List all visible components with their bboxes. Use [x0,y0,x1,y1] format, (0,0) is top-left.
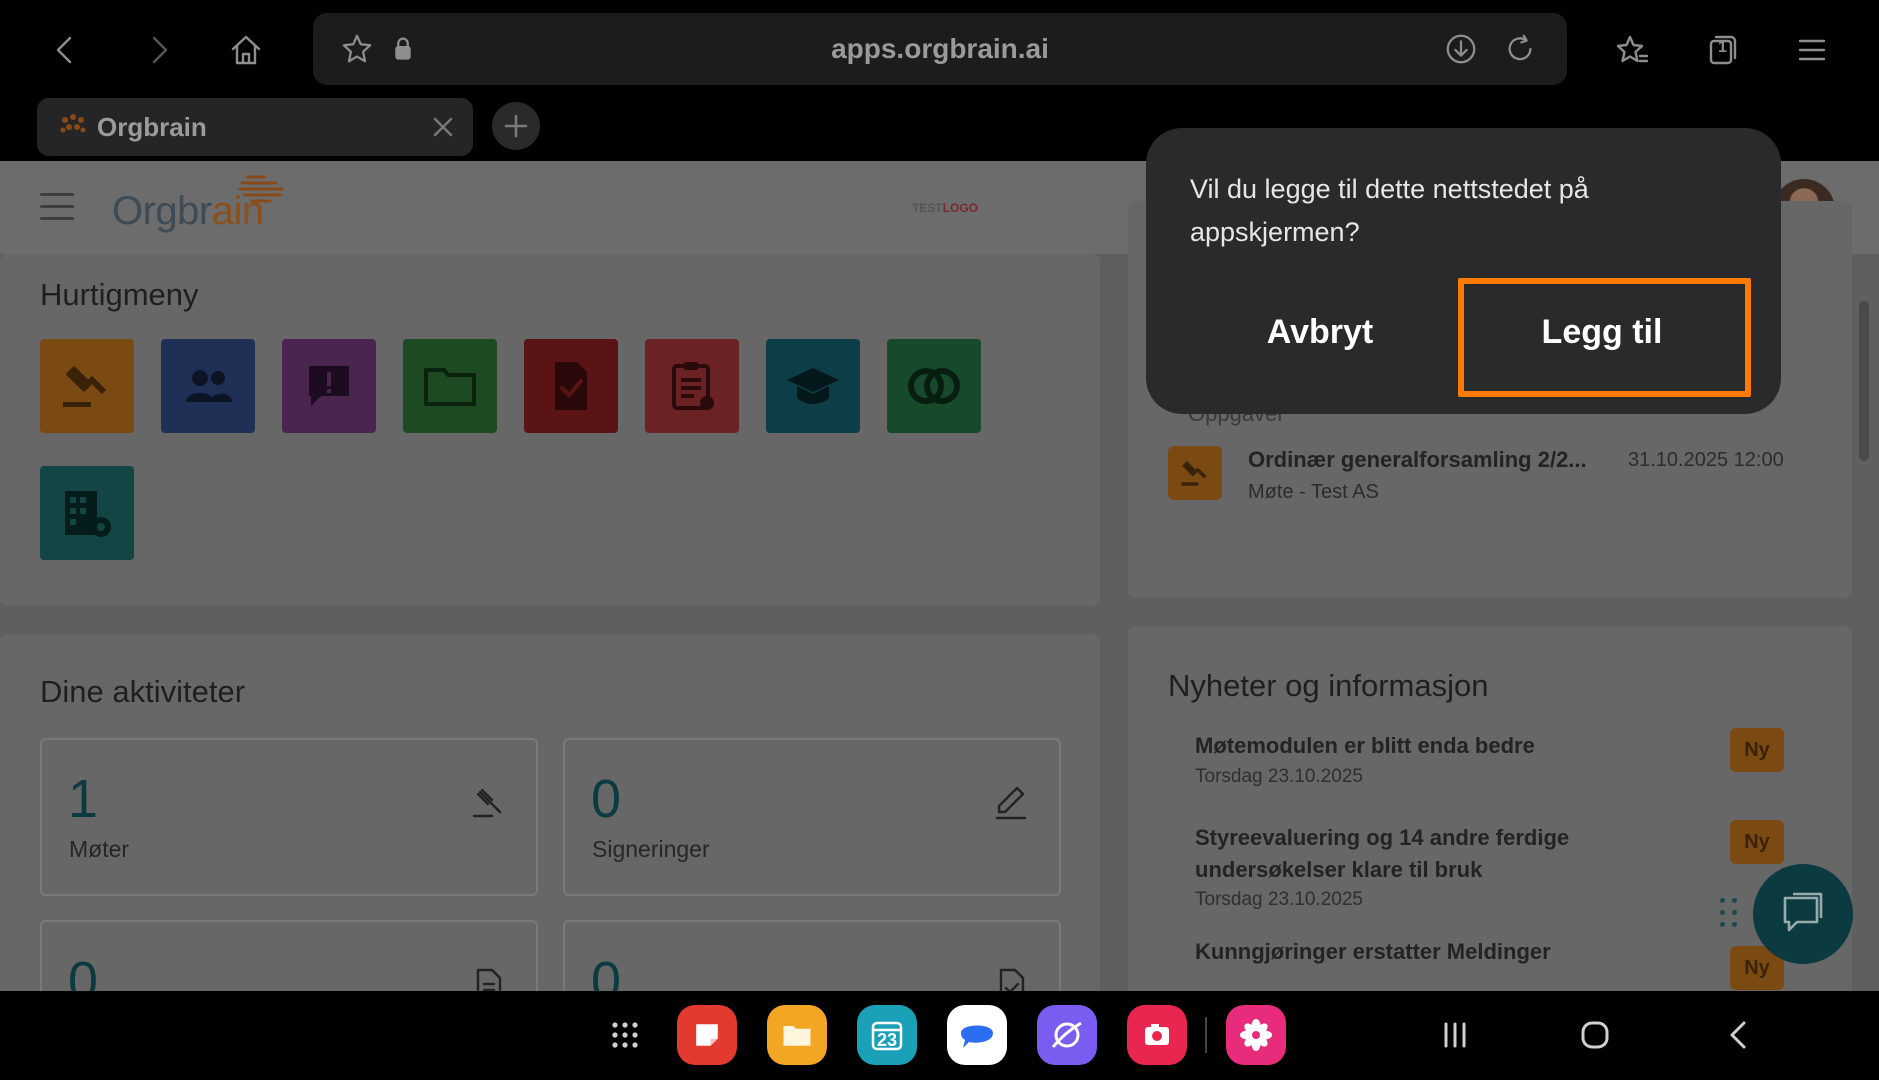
activity-label: Møter [69,836,130,862]
tabs-icon[interactable]: 1 [1692,20,1752,80]
quick-menu-title: Hurtigmeny [40,277,199,312]
document-check-icon [991,964,1031,991]
tab-title: Orgbrain [97,112,207,142]
menu-icon[interactable] [1782,20,1842,80]
home-icon[interactable] [216,20,276,80]
news-item-date: Torsdag 23.10.2025 [1195,889,1363,910]
rings-icon[interactable] [887,339,981,433]
document-icon [468,964,508,991]
people-icon[interactable] [161,339,255,433]
activity-count: 0 [591,769,622,829]
building-settings-icon[interactable] [40,466,134,560]
add-button-highlight [1458,278,1751,397]
pen-icon [991,782,1031,822]
task-date: 31.10.2025 12:00 [1628,449,1784,471]
test-logo: TESTLOGO [912,201,978,215]
back-nav-icon[interactable] [1709,1005,1769,1065]
meeting-task-icon [1168,446,1222,500]
files-app-icon[interactable] [767,1005,827,1065]
favorites-icon[interactable] [1602,20,1662,80]
messages-app-icon[interactable] [947,1005,1007,1065]
dialog-message: Vil du legge til dette nettstedet på app… [1190,168,1710,254]
task-subtitle: Møte - Test AS [1248,481,1379,503]
activity-count: 0 [68,951,99,991]
internet-app-icon[interactable] [1037,1005,1097,1065]
folder-icon[interactable] [403,339,497,433]
notes-app-icon[interactable] [677,1005,737,1065]
activities-title: Dine aktiviteter [40,674,246,709]
download-icon[interactable] [1441,29,1481,69]
browser-toolbar: apps.orgbrain.ai 1 [0,0,1879,98]
new-badge: Ny [1730,728,1784,772]
activity-label: Signeringer [592,836,710,862]
meeting-gavel-icon[interactable] [40,339,134,433]
app-drawer-icon[interactable] [595,1005,655,1065]
quick-menu-card: Hurtigmeny [0,254,1100,606]
news-item-title-line1: Styreevaluering og 14 andre ferdige [1195,825,1570,850]
calendar-app-icon[interactable]: 23 [857,1005,917,1065]
brand-prefix: Orgbr [112,189,212,233]
home-nav-icon[interactable] [1565,1005,1625,1065]
close-icon[interactable] [431,115,455,139]
orgbrain-favicon [60,114,86,133]
activity-count: 1 [68,769,99,829]
news-card: Nyheter og informasjon Møtemodulen er bl… [1128,626,1852,991]
news-item-title[interactable]: Møtemodulen er blitt enda bedre [1195,730,1535,762]
tab-count: 1 [1718,39,1727,56]
flower-app-icon[interactable] [1226,1005,1286,1065]
activity-signatures[interactable]: 0 Signeringer [563,738,1061,896]
new-badge: Ny [1730,820,1784,864]
task-title[interactable]: Ordinær generalforsamling 2/2... [1248,447,1587,473]
cancel-button[interactable]: Avbryt [1190,276,1450,388]
screen-recorder-app-icon[interactable] [1127,1005,1187,1065]
browser-tab[interactable]: Orgbrain [37,98,473,156]
dialog-message-line2: appskjermen? [1190,217,1360,247]
activity-meetings[interactable]: 1 Møter [40,738,538,896]
gavel-icon [468,782,508,822]
clipboard-icon[interactable] [645,339,739,433]
activity-count: 0 [591,951,622,991]
news-item-title[interactable]: Styreevaluering og 14 andre ferdige unde… [1195,822,1569,886]
activities-card: Dine aktiviteter 1 Møter 0 Signeringer 0 [0,634,1100,991]
forward-icon[interactable] [128,20,188,80]
news-title: Nyheter og informasjon [1168,668,1489,703]
news-item-title[interactable]: Kunngjøringer erstatter Meldinger [1195,936,1551,968]
brain-logo-icon [238,175,284,203]
drag-handle-icon[interactable] [1720,898,1742,932]
calendar-day: 23 [876,1029,898,1050]
dialog-message-line1: Vil du legge til dette nettstedet på [1190,174,1589,204]
back-icon[interactable] [36,20,96,80]
alert-message-icon[interactable] [282,339,376,433]
recent-apps-icon[interactable] [1425,1005,1485,1065]
dock-divider [1205,1017,1207,1053]
hamburger-menu-icon[interactable] [40,193,74,221]
education-cap-icon[interactable] [766,339,860,433]
url-text: apps.orgbrain.ai [831,33,1049,64]
signed-document-icon[interactable] [524,339,618,433]
chat-icon[interactable] [1753,864,1853,964]
plus-icon[interactable] [492,102,540,150]
news-item-date: Torsdag 23.10.2025 [1195,766,1363,787]
address-bar[interactable]: apps.orgbrain.ai [313,13,1567,85]
activity-checklists[interactable]: 0 [563,920,1061,991]
test-logo-part-a: TEST [912,201,943,215]
reload-icon[interactable] [1500,29,1540,69]
page-scrollbar[interactable] [1859,301,1869,461]
test-logo-part-b: LOGO [942,201,979,215]
activity-documents[interactable]: 0 [40,920,538,991]
system-nav-bar: 23 [0,991,1879,1080]
news-item-title-line2: undersøkelser klare til bruk [1195,857,1483,882]
